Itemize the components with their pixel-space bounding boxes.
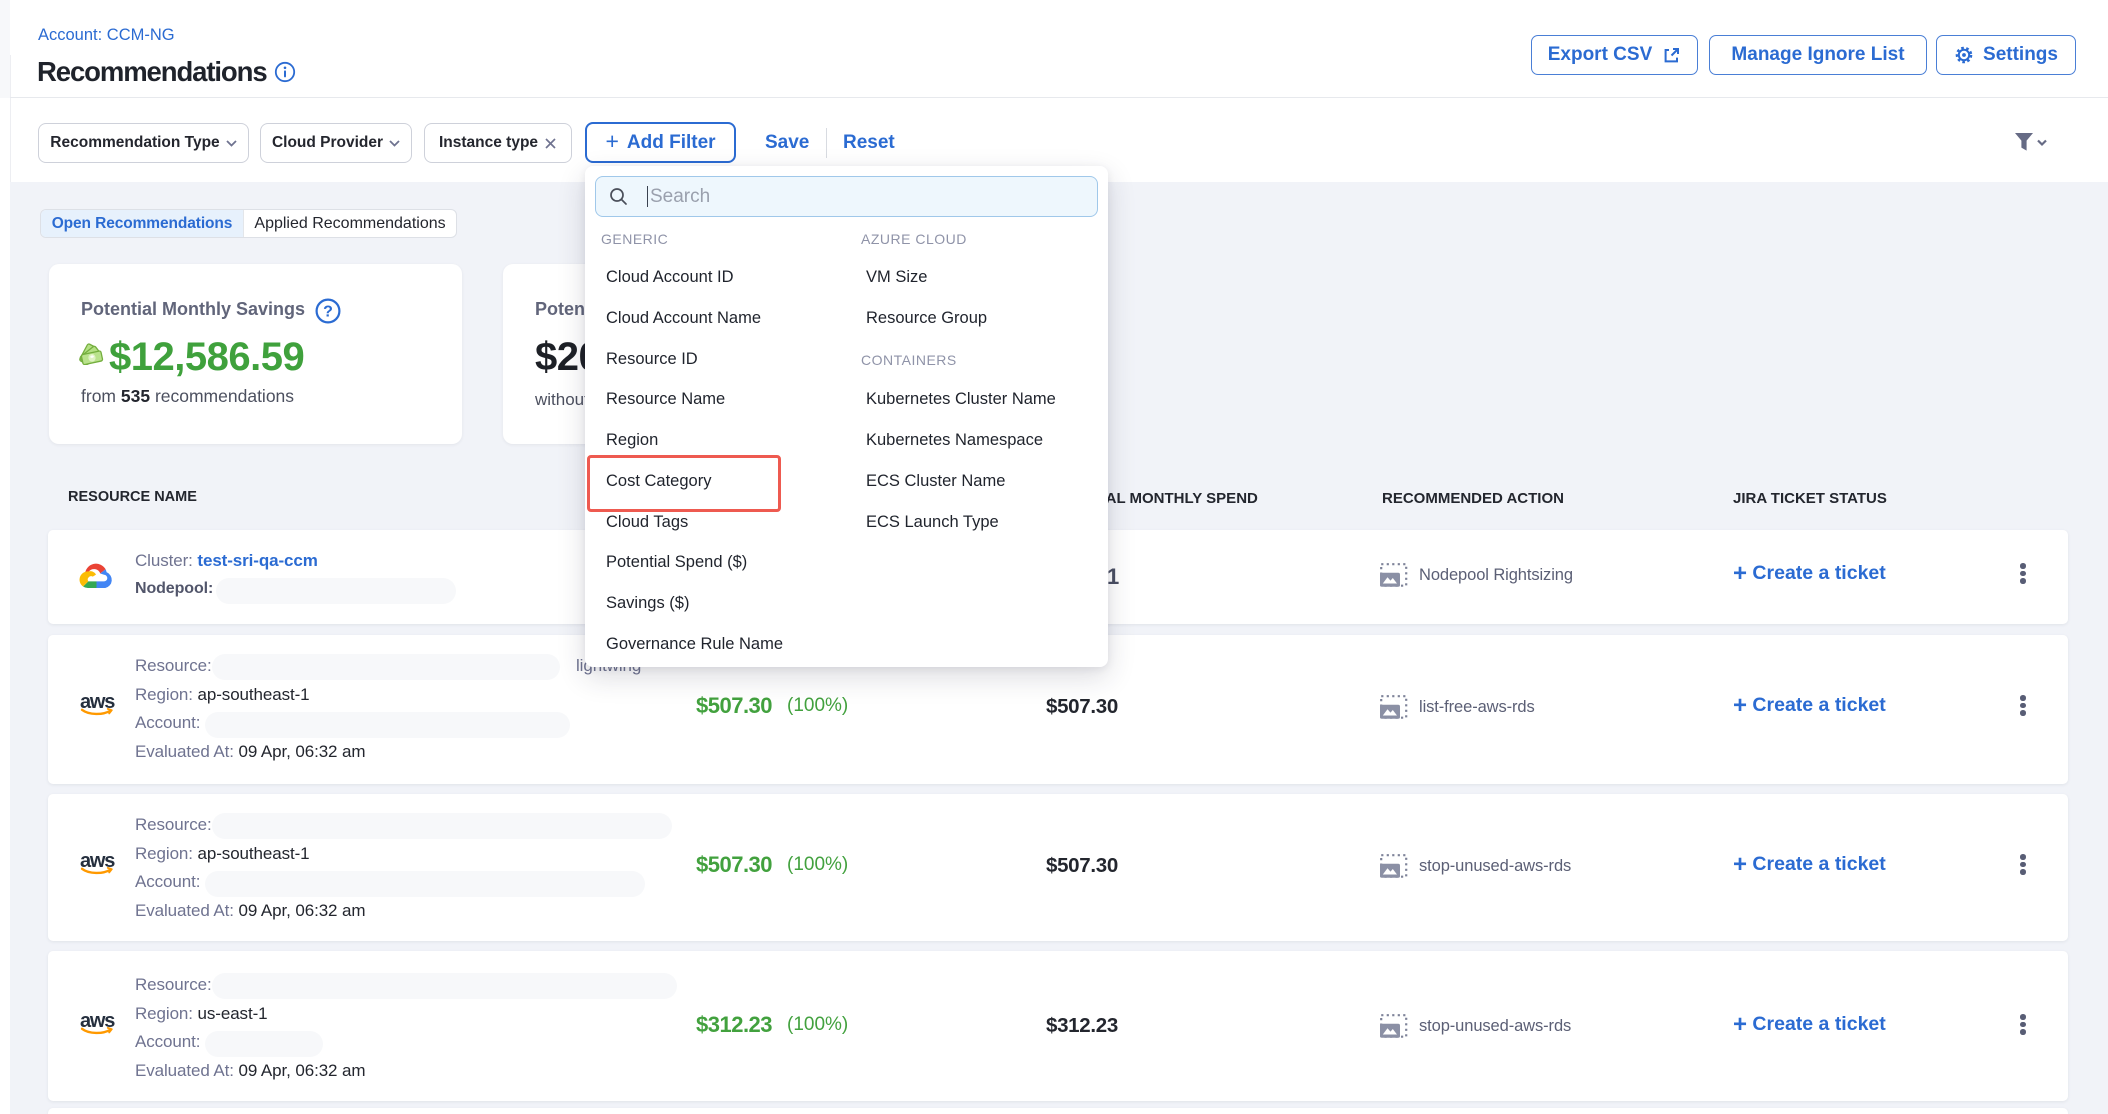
svg-text:?: ? [323, 304, 333, 321]
